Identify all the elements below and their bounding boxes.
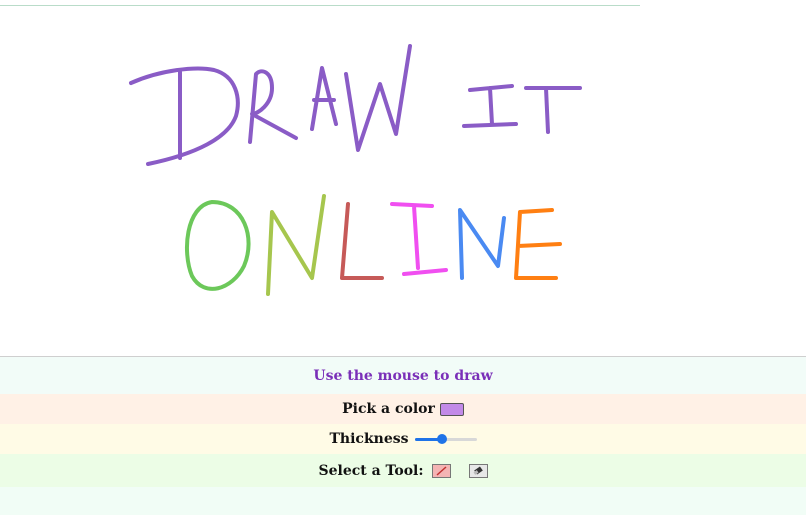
tool-row: Select a Tool:: [0, 454, 806, 487]
pencil-tool-button[interactable]: [431, 463, 451, 478]
stroke-letter-a: [310, 66, 338, 131]
color-row: Pick a color: [0, 394, 806, 424]
spacer-row: [0, 487, 806, 515]
thickness-row: Thickness: [0, 424, 806, 454]
slider-thumb[interactable]: [437, 434, 448, 444]
stroke-letter-r: [248, 69, 298, 144]
stroke-letter-n2: [458, 208, 506, 280]
drawing-canvas[interactable]: [0, 6, 806, 356]
pencil-icon: [436, 465, 447, 476]
stroke-letter-t: [524, 86, 582, 134]
eraser-tool-button[interactable]: [468, 463, 488, 478]
color-picker[interactable]: [439, 402, 464, 416]
stroke-letter-l: [340, 202, 384, 280]
drawing-svg: [129, 44, 582, 296]
controls-panel: Use the mouse to draw Pick a color Thick…: [0, 356, 806, 515]
stroke-letter-d: [129, 66, 240, 166]
stroke-letter-o: [184, 200, 251, 291]
tool-label: Select a Tool:: [318, 462, 424, 479]
stroke-letter-i1: [462, 84, 518, 128]
stroke-letter-e: [514, 208, 562, 280]
eraser-icon: [473, 465, 483, 475]
stroke-letter-n: [266, 194, 326, 296]
thickness-slider[interactable]: [414, 432, 477, 446]
thickness-label: Thickness: [329, 431, 409, 447]
instruction-row: Use the mouse to draw: [0, 357, 806, 394]
stroke-letter-w: [344, 44, 412, 152]
instruction-text: Use the mouse to draw: [313, 367, 493, 384]
stroke-letter-i2: [390, 202, 448, 276]
pick-color-label: Pick a color: [342, 401, 435, 417]
